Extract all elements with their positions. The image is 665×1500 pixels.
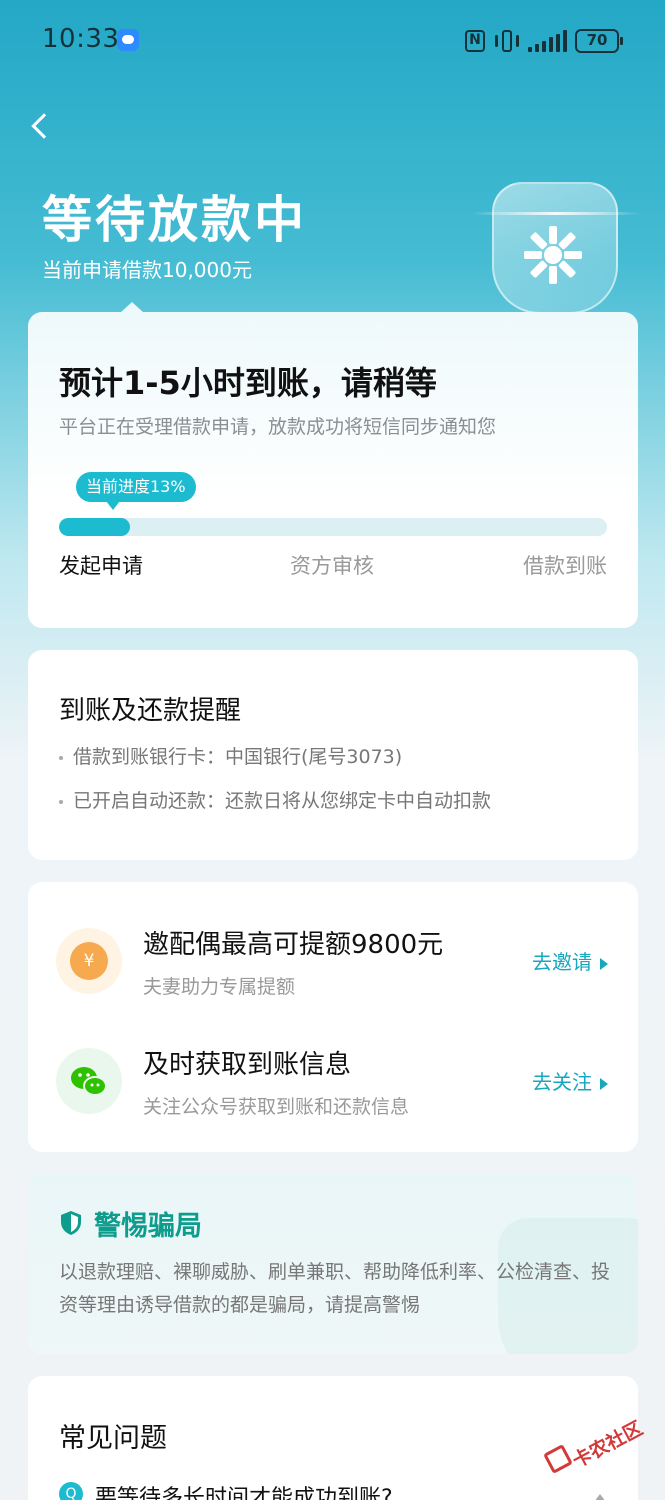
yuan-coin-icon: ¥ — [56, 928, 122, 994]
vibrate-icon — [494, 30, 520, 52]
step-arrival: 借款到账 — [523, 554, 607, 578]
battery-icon: 70 — [575, 29, 623, 53]
eta-title: 预计1-5小时到账，请稍等 — [59, 364, 437, 402]
fraud-warning-card: 警惕骗局 以退款理赔、裸聊威胁、刷单兼职、帮助降低利率、公检清查、投资等理由诱导… — [28, 1174, 638, 1354]
card-pointer — [120, 302, 144, 313]
question-badge: Q — [59, 1482, 83, 1500]
reminder-item: 已开启自动还款：还款日将从您绑定卡中自动扣款 — [59, 786, 491, 813]
loan-amount-subtitle: 当前申请借款10,000元 — [42, 258, 252, 282]
faq-question-item[interactable]: Q 要等待多长时间才能成功到账? — [59, 1480, 393, 1500]
status-bar: 10:33 N 70 — [0, 0, 665, 80]
back-chevron-icon[interactable] — [26, 110, 56, 140]
promo-card: ¥ 邀配偶最高可提额9800元 夫妻助力专属提额 去邀请 及时获取到账信息 关注… — [28, 882, 638, 1152]
reminder-item: 借款到账银行卡：中国银行(尾号3073) — [59, 742, 402, 769]
invite-spouse-row[interactable]: ¥ 邀配偶最高可提额9800元 夫妻助力专属提额 去邀请 — [28, 916, 638, 1016]
page-title: 等待放款中 — [42, 191, 307, 249]
reminder-title: 到账及还款提醒 — [59, 696, 242, 726]
progress-badge: 当前进度13% — [76, 472, 196, 510]
invite-title: 邀配偶最高可提额9800元 — [143, 930, 444, 960]
progress-track — [59, 518, 607, 536]
wechat-icon — [56, 1048, 122, 1114]
bank-shield-icon — [472, 172, 640, 322]
message-icon — [117, 29, 139, 51]
follow-title: 及时获取到账信息 — [143, 1050, 352, 1080]
status-time: 10:33 — [42, 24, 120, 54]
eta-description: 平台正在受理借款申请，放款成功将短信同步通知您 — [59, 416, 497, 438]
invite-button[interactable]: 去邀请 — [532, 946, 608, 975]
progress-card: 预计1-5小时到账，请稍等 平台正在受理借款申请，放款成功将短信同步通知您 当前… — [28, 302, 638, 628]
warning-text: 以退款理赔、裸聊威胁、刷单兼职、帮助降低利率、公检清查、投资等理由诱导借款的都是… — [59, 1261, 611, 1316]
follow-subtitle: 关注公众号获取到账和还款信息 — [143, 1096, 410, 1118]
faq-question-text: 要等待多长时间才能成功到账? — [95, 1486, 393, 1500]
faq-title: 常见问题 — [59, 1423, 167, 1454]
reminder-item-text: 借款到账银行卡：中国银行(尾号3073) — [73, 746, 403, 768]
shield-check-icon — [61, 1211, 81, 1235]
follow-account-row[interactable]: 及时获取到账信息 关注公众号获取到账和还款信息 去关注 — [28, 1036, 638, 1136]
reminder-item-text: 已开启自动还款：还款日将从您绑定卡中自动扣款 — [73, 790, 492, 812]
progress-fill — [59, 518, 131, 536]
invite-subtitle: 夫妻助力专属提额 — [143, 976, 296, 998]
caret-up-icon[interactable] — [594, 1494, 606, 1500]
step-review: 资方审核 — [290, 554, 374, 578]
warning-title: 警惕骗局 — [94, 1211, 202, 1242]
signal-icon — [528, 30, 568, 52]
follow-button[interactable]: 去关注 — [532, 1066, 608, 1095]
step-apply: 发起申请 — [59, 554, 143, 578]
reminder-card: 到账及还款提醒 借款到账银行卡：中国银行(尾号3073) 已开启自动还款：还款日… — [28, 650, 638, 860]
watermark-logo: 卡农社区 — [543, 1408, 657, 1478]
nfc-icon: N — [465, 30, 485, 52]
